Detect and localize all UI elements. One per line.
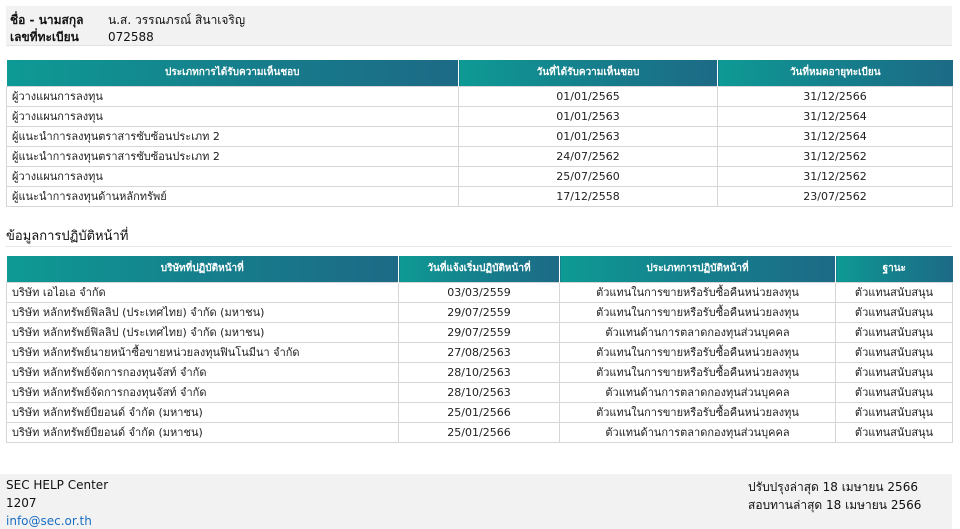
approval-type-cell: ผู้แนะนำการลงทุนด้านหลักทรัพย์ xyxy=(6,185,459,207)
help-center-name: SEC HELP Center xyxy=(6,478,109,492)
company-cell: บริษัท หลักทรัพย์จัดการกองทุนจัสท์ จำกัด xyxy=(6,381,399,403)
start-date-cell: 03/03/2559 xyxy=(398,281,560,303)
company-cell: บริษัท เอไอเอ จำกัด xyxy=(6,281,399,303)
header-status: ฐานะ xyxy=(835,256,953,282)
expiry-date-cell: 23/07/2562 xyxy=(717,185,953,207)
table-row: บริษัท หลักทรัพย์บียอนด์ จำกัด (มหาชน) 2… xyxy=(6,421,953,443)
status-cell: ตัวแทนสนับสนุน xyxy=(835,421,953,443)
approval-type-cell: ผู้วางแผนการลงทุน xyxy=(6,165,459,187)
duty-table: บริษัทที่ปฏิบัติหน้าที่ วันที่แจ้งเริ่มป… xyxy=(6,256,953,443)
approval-type-cell: ผู้วางแผนการลงทุน xyxy=(6,105,459,127)
duty-table-header: บริษัทที่ปฏิบัติหน้าที่ วันที่แจ้งเริ่มป… xyxy=(6,256,953,282)
start-date-cell: 29/07/2559 xyxy=(398,301,560,323)
name-row: ชื่อ - นามสกุล น.ส. วรรณภรณ์ สินาเจริญ xyxy=(10,11,245,29)
expiry-date-cell: 31/12/2564 xyxy=(717,105,953,127)
header-company: บริษัทที่ปฏิบัติหน้าที่ xyxy=(6,256,399,282)
table-row: บริษัท หลักทรัพย์จัดการกองทุนจัสท์ จำกัด… xyxy=(6,361,953,383)
table-row: ผู้แนะนำการลงทุนตราสารซับซ้อนประเภท 2 01… xyxy=(6,125,953,147)
table-row: ผู้วางแผนการลงทุน 01/01/2563 31/12/2564 xyxy=(6,105,953,127)
status-cell: ตัวแทนสนับสนุน xyxy=(835,401,953,423)
registration-value: 072588 xyxy=(108,30,154,44)
help-center-phone: 1207 xyxy=(6,496,37,510)
status-cell: ตัวแทนสนับสนุน xyxy=(835,321,953,343)
table-row: ผู้วางแผนการลงทุน 25/07/2560 31/12/2562 xyxy=(6,165,953,187)
table-row: บริษัท หลักทรัพย์ฟิลลิป (ประเทศไทย) จำกั… xyxy=(6,321,953,343)
approval-table-header: ประเภทการได้รับความเห็นชอบ วันที่ได้รับค… xyxy=(6,60,953,86)
approval-type-cell: ผู้แนะนำการลงทุนตราสารซับซ้อนประเภท 2 xyxy=(6,145,459,167)
header-start-date: วันที่แจ้งเริ่มปฏิบัติหน้าที่ xyxy=(398,256,560,282)
table-row: บริษัท หลักทรัพย์นายหน้าซื้อขายหน่วยลงทุ… xyxy=(6,341,953,363)
company-cell: บริษัท หลักทรัพย์ฟิลลิป (ประเทศไทย) จำกั… xyxy=(6,301,399,323)
duty-type-cell: ตัวแทนด้านการตลาดกองทุนส่วนบุคคล xyxy=(559,321,836,343)
status-cell: ตัวแทนสนับสนุน xyxy=(835,381,953,403)
status-cell: ตัวแทนสนับสนุน xyxy=(835,301,953,323)
approval-date-cell: 24/07/2562 xyxy=(458,145,718,167)
approval-date-cell: 01/01/2563 xyxy=(458,125,718,147)
last-updated-text: ปรับปรุงล่าสุด 18 เมษายน 2566 xyxy=(748,480,918,494)
duty-type-cell: ตัวแทนในการขายหรือรับซื้อคืนหน่วยลงทุน xyxy=(559,301,836,323)
company-cell: บริษัท หลักทรัพย์บียอนด์ จำกัด (มหาชน) xyxy=(6,401,399,423)
approval-type-cell: ผู้วางแผนการลงทุน xyxy=(6,85,459,107)
table-row: ผู้วางแผนการลงทุน 01/01/2565 31/12/2566 xyxy=(6,85,953,107)
section-title-duty: ข้อมูลการปฏิบัติหน้าที่ xyxy=(6,229,129,244)
footer: SEC HELP Center 1207 info@sec.or.th ปรับ… xyxy=(0,474,952,529)
status-cell: ตัวแทนสนับสนุน xyxy=(835,361,953,383)
start-date-cell: 28/10/2563 xyxy=(398,381,560,403)
start-date-cell: 28/10/2563 xyxy=(398,361,560,383)
expiry-date-cell: 31/12/2562 xyxy=(717,145,953,167)
start-date-cell: 25/01/2566 xyxy=(398,401,560,423)
duty-type-cell: ตัวแทนด้านการตลาดกองทุนส่วนบุคคล xyxy=(559,421,836,443)
status-cell: ตัวแทนสนับสนุน xyxy=(835,281,953,303)
table-row: บริษัท หลักทรัพย์ฟิลลิป (ประเทศไทย) จำกั… xyxy=(6,301,953,323)
expiry-date-cell: 31/12/2566 xyxy=(717,85,953,107)
duty-type-cell: ตัวแทนในการขายหรือรับซื้อคืนหน่วยลงทุน xyxy=(559,341,836,363)
expiry-date-cell: 31/12/2564 xyxy=(717,125,953,147)
table-row: บริษัท หลักทรัพย์บียอนด์ จำกัด (มหาชน) 2… xyxy=(6,401,953,423)
company-cell: บริษัท หลักทรัพย์นายหน้าซื้อขายหน่วยลงทุ… xyxy=(6,341,399,363)
approval-date-cell: 25/07/2560 xyxy=(458,165,718,187)
table-row: บริษัท หลักทรัพย์จัดการกองทุนจัสท์ จำกัด… xyxy=(6,381,953,403)
start-date-cell: 25/01/2566 xyxy=(398,421,560,443)
approval-date-cell: 17/12/2558 xyxy=(458,185,718,207)
table-row: ผู้แนะนำการลงทุนตราสารซับซ้อนประเภท 2 24… xyxy=(6,145,953,167)
table-row: ผู้แนะนำการลงทุนด้านหลักทรัพย์ 17/12/255… xyxy=(6,185,953,207)
header-duty-type: ประเภทการปฏิบัติหน้าที่ xyxy=(559,256,836,282)
header-approval-date: วันที่ได้รับความเห็นชอบ xyxy=(458,60,718,86)
approval-date-cell: 01/01/2563 xyxy=(458,105,718,127)
person-info-panel: ชื่อ - นามสกุล น.ส. วรรณภรณ์ สินาเจริญ เ… xyxy=(6,6,952,46)
duty-type-cell: ตัวแทนในการขายหรือรับซื้อคืนหน่วยลงทุน xyxy=(559,361,836,383)
table-row: บริษัท เอไอเอ จำกัด 03/03/2559 ตัวแทนในก… xyxy=(6,281,953,303)
start-date-cell: 29/07/2559 xyxy=(398,321,560,343)
approval-table: ประเภทการได้รับความเห็นชอบ วันที่ได้รับค… xyxy=(6,60,953,207)
section-divider xyxy=(6,246,952,247)
company-cell: บริษัท หลักทรัพย์ฟิลลิป (ประเทศไทย) จำกั… xyxy=(6,321,399,343)
registration-label: เลขที่ทะเบียน xyxy=(10,29,79,44)
company-cell: บริษัท หลักทรัพย์บียอนด์ จำกัด (มหาชน) xyxy=(6,421,399,443)
header-expiry-date: วันที่หมดอายุทะเบียน xyxy=(717,60,953,86)
help-center-email-link[interactable]: info@sec.or.th xyxy=(6,514,92,528)
name-value: น.ส. วรรณภรณ์ สินาเจริญ xyxy=(108,12,246,27)
duty-type-cell: ตัวแทนในการขายหรือรับซื้อคืนหน่วยลงทุน xyxy=(559,281,836,303)
approval-date-cell: 01/01/2565 xyxy=(458,85,718,107)
last-reviewed-text: สอบทานล่าสุด 18 เมษายน 2566 xyxy=(748,498,922,512)
expiry-date-cell: 31/12/2562 xyxy=(717,165,953,187)
start-date-cell: 27/08/2563 xyxy=(398,341,560,363)
approval-type-cell: ผู้แนะนำการลงทุนตราสารซับซ้อนประเภท 2 xyxy=(6,125,459,147)
duty-type-cell: ตัวแทนด้านการตลาดกองทุนส่วนบุคคล xyxy=(559,381,836,403)
registration-row: เลขที่ทะเบียน 072588 xyxy=(10,28,154,46)
company-cell: บริษัท หลักทรัพย์จัดการกองทุนจัสท์ จำกัด xyxy=(6,361,399,383)
status-cell: ตัวแทนสนับสนุน xyxy=(835,341,953,363)
duty-type-cell: ตัวแทนในการขายหรือรับซื้อคืนหน่วยลงทุน xyxy=(559,401,836,423)
header-approval-type: ประเภทการได้รับความเห็นชอบ xyxy=(6,60,459,86)
